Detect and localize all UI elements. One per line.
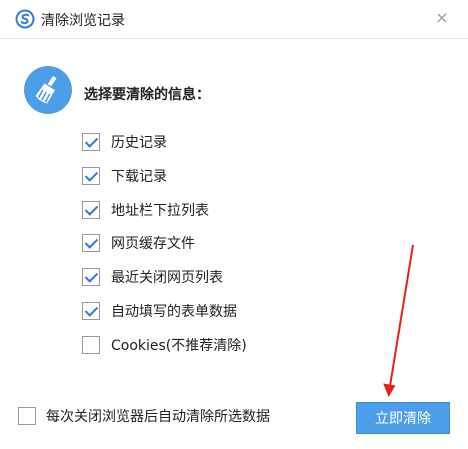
option-cache-files[interactable]: 网页缓存文件 <box>82 233 195 253</box>
option-history[interactable]: 历史记录 <box>82 132 167 152</box>
option-recently-closed[interactable]: 最近关闭网页列表 <box>82 267 223 287</box>
option-label: 网页缓存文件 <box>111 236 195 252</box>
checkbox[interactable] <box>18 407 36 425</box>
title-bar: 清除浏览记录 × <box>0 0 468 39</box>
section-heading: 选择要清除的信息： <box>84 87 210 103</box>
option-label: 最近关闭网页列表 <box>111 270 223 286</box>
option-label: 地址栏下拉列表 <box>111 203 209 219</box>
sogou-s-logo-icon <box>15 9 35 29</box>
option-label: 自动填写的表单数据 <box>111 304 237 320</box>
clear-now-button[interactable]: 立即清除 <box>356 402 450 434</box>
option-cookies[interactable]: Cookies(不推荐清除) <box>82 335 247 355</box>
auto-clear-option[interactable]: 每次关闭浏览器后自动清除所选数据 <box>18 406 270 426</box>
auto-clear-label: 每次关闭浏览器后自动清除所选数据 <box>46 409 270 425</box>
checkbox[interactable] <box>82 133 100 151</box>
option-address-bar-dropdown[interactable]: 地址栏下拉列表 <box>82 200 209 220</box>
option-autofill-forms[interactable]: 自动填写的表单数据 <box>82 301 237 321</box>
checkbox[interactable] <box>82 167 100 185</box>
broom-icon <box>24 66 72 114</box>
checkbox[interactable] <box>82 234 100 252</box>
option-downloads[interactable]: 下载记录 <box>82 166 167 186</box>
option-label: Cookies(不推荐清除) <box>111 338 247 354</box>
clear-browsing-data-dialog: 清除浏览记录 × 选择要清除的信息： 历史记录 下载记录 地址栏下拉列表 网页缓… <box>0 0 468 449</box>
checkbox[interactable] <box>82 268 100 286</box>
checkbox[interactable] <box>82 302 100 320</box>
checkbox[interactable] <box>82 201 100 219</box>
option-label: 历史记录 <box>111 135 167 151</box>
option-label: 下载记录 <box>111 169 167 185</box>
checkbox[interactable] <box>82 336 100 354</box>
dialog-title: 清除浏览记录 <box>41 13 125 29</box>
close-button[interactable]: × <box>432 8 452 28</box>
